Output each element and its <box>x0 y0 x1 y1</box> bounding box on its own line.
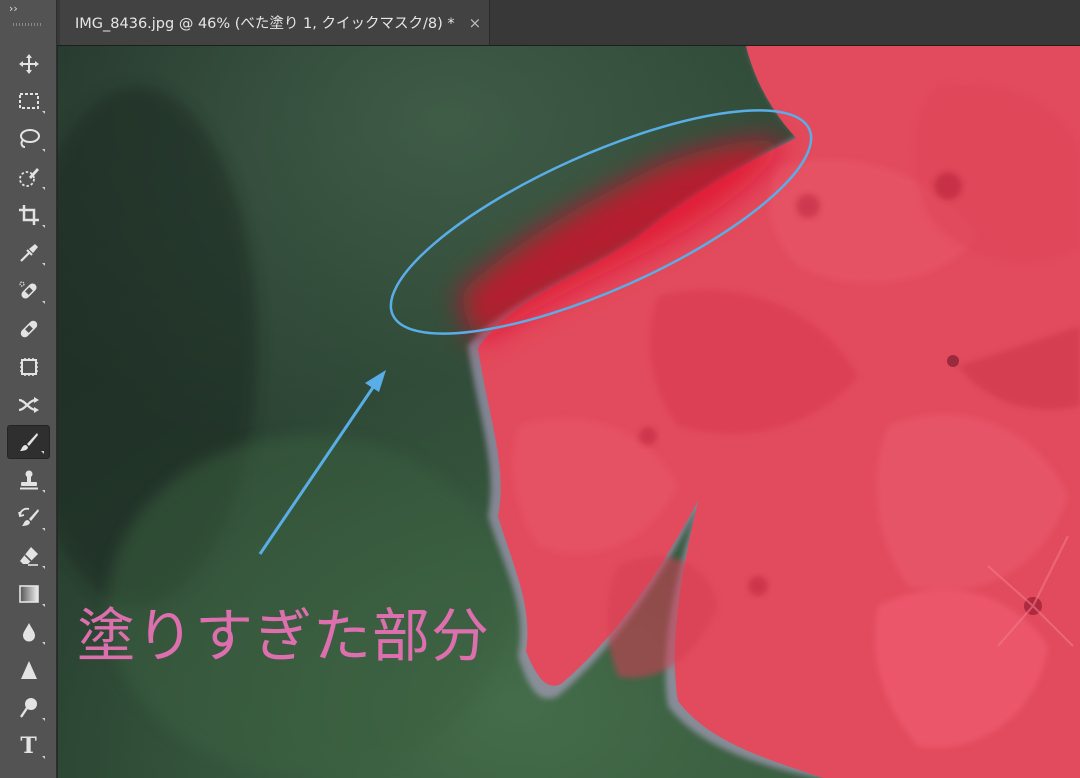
patch-icon <box>19 358 38 376</box>
content-aware-move-tool[interactable] <box>7 388 50 422</box>
eraser-icon <box>19 547 38 566</box>
gradient-tool[interactable] <box>7 577 50 611</box>
lasso-tool[interactable] <box>7 122 50 156</box>
content-aware-move-icon <box>18 397 39 413</box>
type-tool[interactable]: T <box>7 729 50 763</box>
spot-healing-tool[interactable] <box>7 274 50 308</box>
type-icon: T <box>20 733 37 759</box>
document-tab[interactable]: IMG_8436.jpg @ 46% (べた塗り 1, クイックマスク/8) *… <box>60 0 490 45</box>
move-icon <box>18 54 39 74</box>
move-tool[interactable] <box>7 47 50 81</box>
marquee-icon <box>18 93 39 109</box>
document-tab-title: IMG_8436.jpg @ 46% (べた塗り 1, クイックマスク/8) * <box>75 16 455 32</box>
panel-grip[interactable] <box>13 23 43 26</box>
stamp-icon <box>19 470 38 490</box>
tools-panel: ›› T <box>0 0 57 778</box>
blur-tool[interactable] <box>7 615 50 649</box>
lasso-icon <box>19 129 40 148</box>
gradient-icon <box>18 585 39 603</box>
clone-stamp-tool[interactable] <box>7 463 50 497</box>
history-brush-tool[interactable] <box>7 501 50 535</box>
dodge-icon <box>19 698 37 718</box>
close-icon[interactable]: × <box>469 14 482 32</box>
quick-selection-icon <box>18 168 39 187</box>
bandage-icon <box>20 320 37 338</box>
collapse-panel-button[interactable]: ›› <box>9 2 18 15</box>
brush-icon <box>19 433 38 451</box>
drop-icon <box>22 623 35 642</box>
triangle-icon <box>20 661 37 679</box>
sharpen-tool[interactable] <box>7 653 50 687</box>
eyedropper-icon <box>19 244 38 262</box>
dodge-tool[interactable] <box>7 691 50 725</box>
marquee-tool[interactable] <box>7 84 50 118</box>
spot-healing-icon <box>18 281 37 299</box>
crop-tool[interactable] <box>7 198 50 232</box>
quick-selection-tool[interactable] <box>7 160 50 194</box>
healing-brush-tool[interactable] <box>7 312 50 346</box>
document-tab-bar: IMG_8436.jpg @ 46% (べた塗り 1, クイックマスク/8) *… <box>57 0 1080 46</box>
patch-tool[interactable] <box>7 350 50 384</box>
crop-icon <box>18 205 39 225</box>
annotation-caption: 塗りすぎた部分 <box>77 602 491 670</box>
history-brush-icon <box>17 507 39 526</box>
eraser-tool[interactable] <box>7 539 50 573</box>
eyedropper-tool[interactable] <box>7 236 50 270</box>
document-canvas[interactable]: 塗りすぎた部分 <box>58 46 1080 778</box>
brush-tool[interactable] <box>7 425 50 459</box>
